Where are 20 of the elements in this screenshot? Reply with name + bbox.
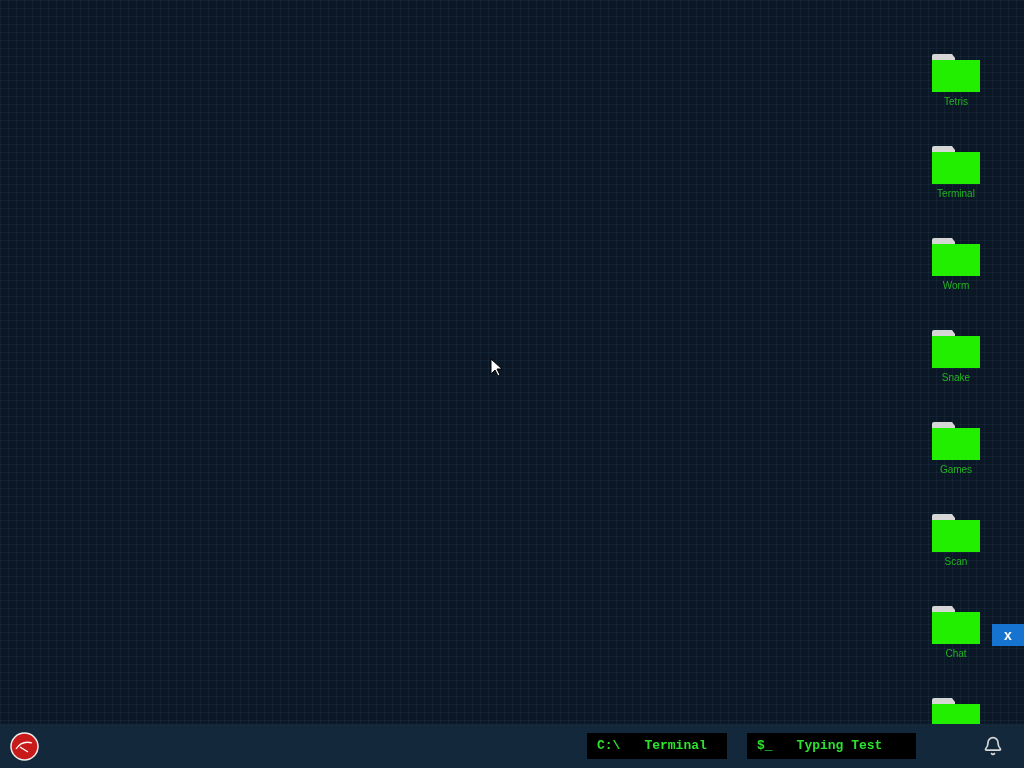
folder-label[interactable]: Worm [942,281,970,291]
folder-icon[interactable] [932,54,980,92]
mouse-cursor-icon [490,358,503,377]
folder-label[interactable]: Tetris [944,97,968,107]
folder-icon[interactable] [932,330,980,368]
folder-icon[interactable] [932,238,980,276]
folder-label[interactable]: Chat [945,649,967,659]
close-button[interactable]: x [992,624,1024,646]
taskbar-window-button[interactable]: C:\ Terminal [587,733,727,759]
folder-icon[interactable] [932,514,980,552]
notification-bell-icon[interactable] [983,736,1003,756]
folder-icon[interactable] [932,422,980,460]
folder-icon[interactable] [932,606,980,644]
folder-label[interactable]: Snake [941,373,971,383]
folder-label[interactable]: Scan [944,557,968,567]
folder-label[interactable]: Games [939,465,973,475]
taskbar-window-button[interactable]: $_ Typing Test [747,733,916,759]
folder-label[interactable]: Terminal [937,189,975,199]
folder-icon[interactable] [932,146,980,184]
start-logo-icon[interactable] [10,731,39,761]
